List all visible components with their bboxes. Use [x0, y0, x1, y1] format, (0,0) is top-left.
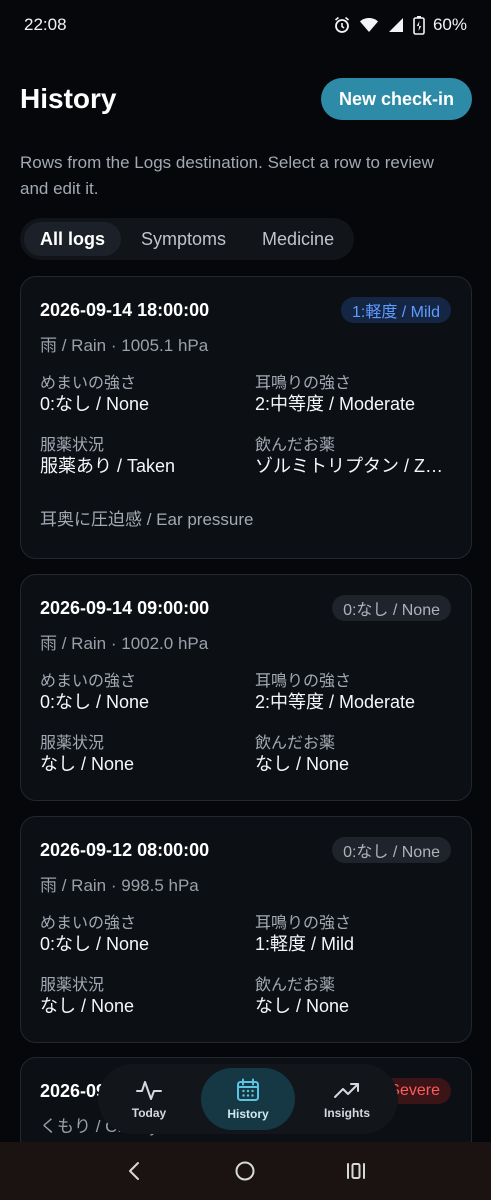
recent-apps-icon[interactable] — [345, 1160, 367, 1182]
weather-info: 雨 / Rain · 998.5 hPa — [40, 876, 199, 895]
dizziness-value: 0:なし / None — [40, 934, 150, 954]
severity-badge: 0:なし / None — [332, 837, 451, 863]
tinnitus-label: 耳鳴りの強さ — [255, 375, 352, 392]
medicine-taken-label: 飲んだお薬 — [255, 735, 336, 752]
tinnitus-value: 1:軽度 / Mild — [255, 934, 355, 954]
log-datetime: 2026-09-12 08:00:00 — [40, 839, 210, 860]
status-icons: 60% — [333, 15, 467, 35]
medication-status-value: 服薬あり / Taken — [40, 456, 176, 476]
activity-icon — [136, 1081, 162, 1100]
tab-medicine[interactable]: Medicine — [246, 222, 350, 256]
dizziness-value: 0:なし / None — [40, 394, 150, 414]
page-description: Rows from the Logs destination. Select a… — [20, 153, 434, 198]
header: History New check-in — [20, 78, 472, 120]
dizziness-label: めまいの強さ — [40, 375, 137, 392]
battery-level: 60% — [432, 15, 467, 34]
medicine-taken-label: 飲んだお薬 — [255, 437, 336, 454]
home-icon[interactable] — [234, 1160, 256, 1182]
log-datetime: 2026-09-14 18:00:00 — [40, 299, 210, 320]
tinnitus-label: 耳鳴りの強さ — [255, 673, 352, 690]
medicine-taken-value: なし / None — [255, 996, 350, 1016]
tinnitus-value: 2:中等度 / Moderate — [255, 394, 416, 414]
dizziness-label: めまいの強さ — [40, 673, 137, 690]
bottom-nav: Today History Insights — [98, 1064, 398, 1134]
log-card[interactable]: 2026-09-14 09:00:00 0:なし / None 雨 / Rain… — [20, 574, 472, 801]
system-nav-bar — [0, 1142, 491, 1200]
new-checkin-button[interactable]: New check-in — [320, 78, 472, 120]
log-note: 耳奥に圧迫感 / Ear pressure — [40, 510, 254, 529]
weather-info: 雨 / Rain · 1005.1 hPa — [40, 336, 209, 355]
nav-today-label: Today — [131, 1106, 167, 1120]
nav-insights[interactable]: Insights — [300, 1068, 394, 1130]
back-icon[interactable] — [124, 1160, 146, 1182]
page-title: History — [20, 83, 117, 114]
nav-history-label: History — [227, 1107, 269, 1121]
trending-up-icon — [334, 1083, 359, 1098]
severity-badge: 1:軽度 / Mild — [340, 297, 451, 323]
status-bar: 22:08 60% — [0, 0, 491, 50]
weather-info: 雨 / Rain · 1002.0 hPa — [40, 634, 209, 653]
filter-tabs: All logs Symptoms Medicine — [20, 218, 355, 260]
medication-status-value: なし / None — [40, 754, 135, 774]
log-datetime: 2026-09-14 09:00:00 — [40, 597, 210, 618]
log-card[interactable]: 2026-09-12 08:00:00 0:なし / None 雨 / Rain… — [20, 816, 472, 1043]
medication-status-label: 服薬状況 — [40, 735, 105, 752]
severity-badge: 0:なし / None — [332, 595, 451, 621]
signal-icon — [388, 18, 403, 32]
medication-status-label: 服薬状況 — [40, 437, 105, 454]
medicine-taken-label: 飲んだお薬 — [255, 977, 336, 994]
medication-status-value: なし / None — [40, 996, 135, 1016]
calendar-icon — [237, 1078, 259, 1101]
nav-today[interactable]: Today — [102, 1068, 196, 1130]
alarm-icon — [334, 16, 349, 33]
status-time: 22:08 — [24, 15, 67, 34]
nav-history[interactable]: History — [201, 1068, 295, 1130]
wifi-icon — [359, 18, 378, 32]
tinnitus-value: 2:中等度 / Moderate — [255, 692, 416, 712]
dizziness-label: めまいの強さ — [40, 915, 137, 932]
medicine-taken-value: ゾルミトリプタン / Zolmitriptan — [255, 456, 453, 476]
tab-symptoms[interactable]: Symptoms — [125, 222, 242, 256]
medication-status-label: 服薬状況 — [40, 977, 105, 994]
battery-icon — [413, 16, 425, 35]
tab-all-logs[interactable]: All logs — [24, 222, 122, 256]
nav-insights-label: Insights — [323, 1106, 370, 1120]
dizziness-value: 0:なし / None — [40, 692, 150, 712]
medicine-taken-value: なし / None — [255, 754, 350, 774]
tinnitus-label: 耳鳴りの強さ — [255, 915, 352, 932]
screen: 22:08 60% History New check-in Rows from… — [0, 0, 491, 1200]
log-card[interactable]: 2026-09-14 18:00:00 1:軽度 / Mild 雨 / Rain… — [20, 276, 472, 559]
